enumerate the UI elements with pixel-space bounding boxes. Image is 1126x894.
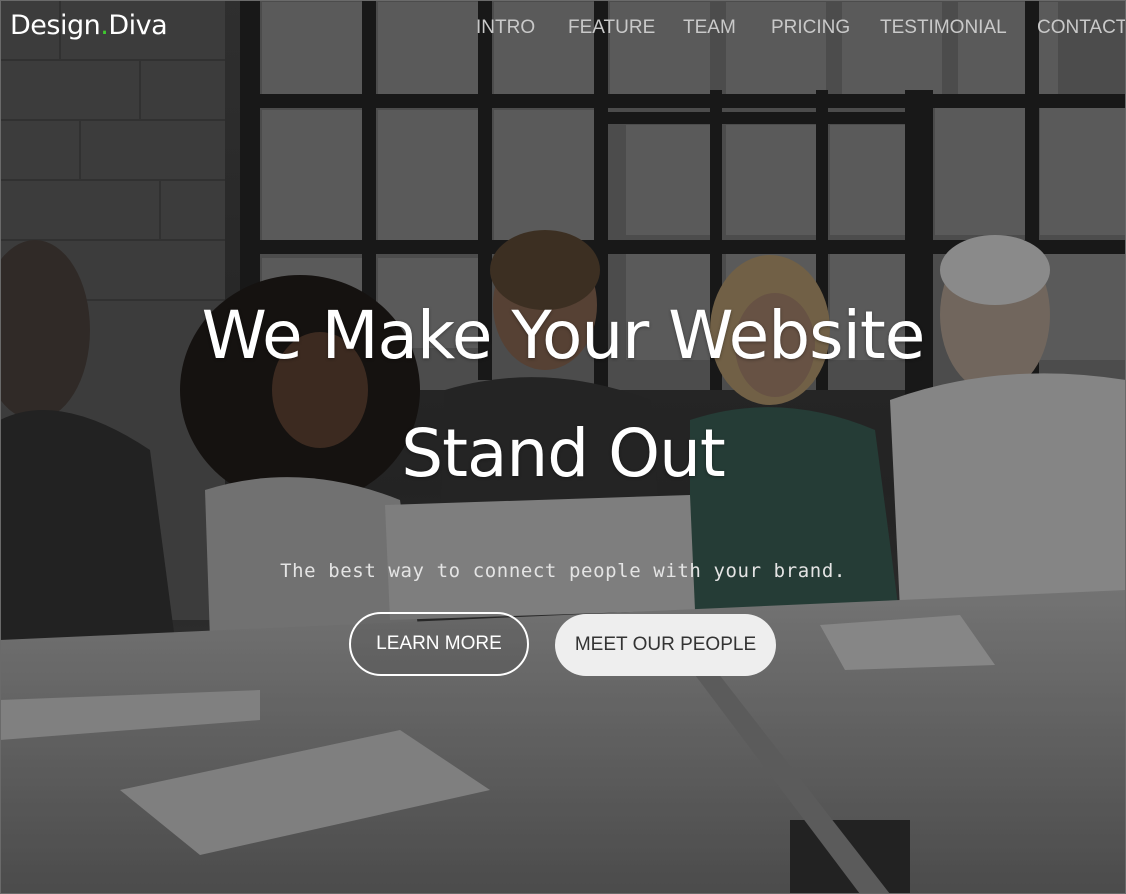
learn-more-button[interactable]: LEARN MORE	[349, 612, 529, 676]
hero-subheadline: The best way to connect people with your…	[280, 560, 846, 582]
nav-item-pricing[interactable]: PRICING	[771, 14, 850, 42]
hero-headline-line1: We Make Your Website	[201, 297, 926, 374]
nav-item-feature[interactable]: FEATURE	[568, 14, 655, 42]
meet-our-people-button[interactable]: MEET OUR PEOPLE	[555, 614, 776, 676]
hero-headline-line2: Stand Out	[401, 415, 726, 492]
main-navigation: INTRO FEATURE TEAM PRICING TESTIMONIAL C…	[0, 14, 1126, 44]
nav-item-team[interactable]: TEAM	[683, 14, 736, 42]
nav-item-testimonial[interactable]: TESTIMONIAL	[880, 14, 1007, 42]
nav-item-intro[interactable]: INTRO	[476, 14, 535, 42]
nav-item-contact[interactable]: CONTACT	[1037, 14, 1126, 42]
